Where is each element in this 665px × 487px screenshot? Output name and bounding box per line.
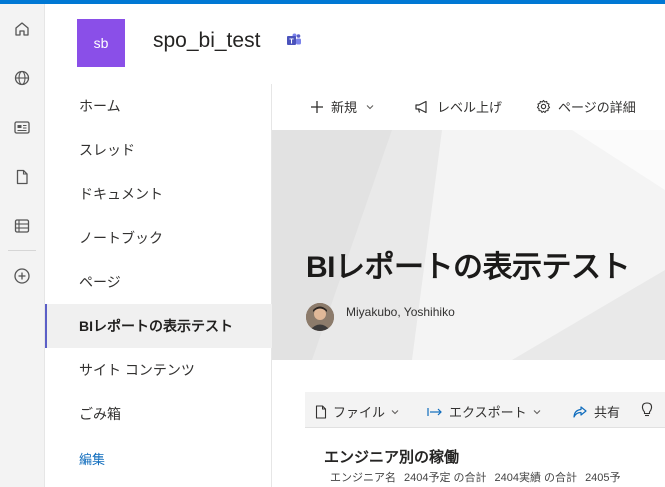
share-button[interactable]: 共有 xyxy=(572,402,620,421)
powerbi-toolbar: ファイル エクスポート 共有 xyxy=(305,392,665,428)
share-icon xyxy=(573,405,587,418)
column-header-engineer[interactable]: エンジニア名 xyxy=(330,472,396,484)
document-icon[interactable] xyxy=(7,162,37,192)
home-icon[interactable] xyxy=(7,14,37,44)
teams-icon[interactable]: T xyxy=(286,33,302,52)
app-rail xyxy=(0,4,45,487)
file-menu-label: ファイル xyxy=(333,405,386,420)
nav-item-notebook[interactable]: ノートブック xyxy=(45,216,272,260)
page-details-label: ページの詳細 xyxy=(558,100,636,115)
author-name[interactable]: Miyakubo, Yoshihiko xyxy=(346,305,455,319)
new-button[interactable]: 新規 xyxy=(310,97,382,116)
new-button-label: 新規 xyxy=(331,100,358,115)
page-title: BIレポートの表示テスト xyxy=(306,251,631,284)
globe-icon[interactable] xyxy=(7,63,37,93)
nav-item-home[interactable]: ホーム xyxy=(45,84,272,128)
file-menu-button[interactable]: ファイル xyxy=(315,402,406,421)
nav-item-bi-report[interactable]: BIレポートの表示テスト xyxy=(45,304,272,348)
promote-button-label: レベル上げ xyxy=(437,100,503,115)
rail-divider xyxy=(8,250,36,251)
report-table-header: エンジニア名 2404予定 の合計 2404実績 の合計 2405予 xyxy=(330,469,629,485)
page-content: ファイル エクスポート 共有 エンジニア別の稼働 エンジニア名 2404予定 の合… xyxy=(272,360,665,487)
gear-icon xyxy=(536,99,551,114)
lightbulb-icon[interactable] xyxy=(641,402,659,417)
list-icon[interactable] xyxy=(7,211,37,241)
site-logo[interactable]: sb xyxy=(77,19,125,67)
report-visual-title: エンジニア別の稼働 xyxy=(324,449,460,466)
svg-text:T: T xyxy=(289,39,294,46)
nav-item-threads[interactable]: スレッド xyxy=(45,128,272,172)
plus-icon xyxy=(311,100,323,113)
column-header-2405[interactable]: 2405予 xyxy=(585,472,620,484)
promote-button[interactable]: レベル上げ xyxy=(414,97,502,116)
site-header: sb spo_bi_test T xyxy=(45,4,665,84)
nav-edit-link[interactable]: 編集 xyxy=(45,436,272,480)
nav-item-pages[interactable]: ページ xyxy=(45,260,272,304)
file-icon xyxy=(315,404,327,419)
news-icon[interactable] xyxy=(7,112,37,142)
column-header-2404-planned[interactable]: 2404予定 の合計 xyxy=(404,472,487,484)
share-button-label: 共有 xyxy=(594,405,621,420)
chevron-down-icon xyxy=(366,104,374,109)
export-menu-label: エクスポート xyxy=(449,405,527,420)
add-icon[interactable] xyxy=(7,261,37,291)
export-icon xyxy=(427,407,442,416)
chevron-down-icon xyxy=(533,409,541,414)
nav-item-site-contents[interactable]: サイト コンテンツ xyxy=(45,348,272,392)
export-menu-button[interactable]: エクスポート xyxy=(427,402,548,421)
nav-item-recycle-bin[interactable]: ごみ箱 xyxy=(45,392,272,436)
page-details-button[interactable]: ページの詳細 xyxy=(536,97,636,116)
megaphone-icon xyxy=(415,100,427,113)
page-command-bar: 新規 レベル上げ ページの詳細 xyxy=(272,84,665,130)
left-navigation: ホーム スレッド ドキュメント ノートブック ページ BIレポートの表示テスト … xyxy=(45,84,272,487)
author-avatar[interactable] xyxy=(306,303,334,331)
nav-item-documents[interactable]: ドキュメント xyxy=(45,172,272,216)
site-title[interactable]: spo_bi_test xyxy=(153,29,260,53)
page-title-banner: BIレポートの表示テスト Miyakubo, Yoshihiko xyxy=(272,130,665,360)
column-header-2404-actual[interactable]: 2404実績 の合計 xyxy=(495,472,578,484)
chevron-down-icon xyxy=(391,409,399,414)
